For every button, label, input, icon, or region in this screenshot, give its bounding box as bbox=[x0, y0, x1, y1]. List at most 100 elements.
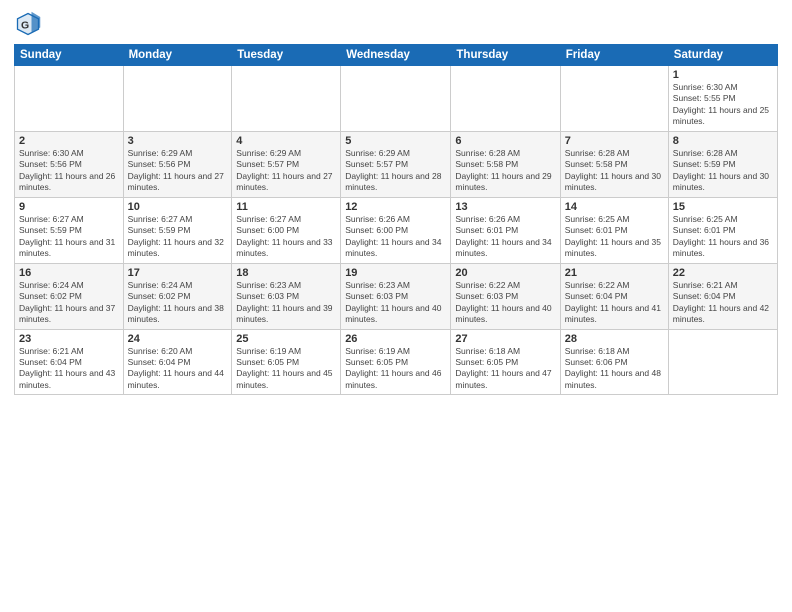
day-info: Sunrise: 6:27 AM Sunset: 5:59 PM Dayligh… bbox=[19, 214, 119, 260]
day-info: Sunrise: 6:19 AM Sunset: 6:05 PM Dayligh… bbox=[236, 346, 336, 392]
weekday-header-friday: Friday bbox=[560, 45, 668, 66]
weekday-header-row: SundayMondayTuesdayWednesdayThursdayFrid… bbox=[15, 45, 778, 66]
calendar-cell: 26Sunrise: 6:19 AM Sunset: 6:05 PM Dayli… bbox=[341, 329, 451, 395]
calendar-cell: 2Sunrise: 6:30 AM Sunset: 5:56 PM Daylig… bbox=[15, 131, 124, 197]
day-info: Sunrise: 6:29 AM Sunset: 5:57 PM Dayligh… bbox=[236, 148, 336, 194]
day-info: Sunrise: 6:23 AM Sunset: 6:03 PM Dayligh… bbox=[236, 280, 336, 326]
day-info: Sunrise: 6:25 AM Sunset: 6:01 PM Dayligh… bbox=[565, 214, 664, 260]
calendar-cell: 18Sunrise: 6:23 AM Sunset: 6:03 PM Dayli… bbox=[232, 263, 341, 329]
day-number: 9 bbox=[19, 201, 119, 213]
calendar-cell: 1Sunrise: 6:30 AM Sunset: 5:55 PM Daylig… bbox=[668, 66, 777, 132]
day-number: 11 bbox=[236, 201, 336, 213]
day-info: Sunrise: 6:19 AM Sunset: 6:05 PM Dayligh… bbox=[345, 346, 446, 392]
day-number: 3 bbox=[128, 135, 228, 147]
calendar-cell bbox=[451, 66, 560, 132]
calendar-cell: 28Sunrise: 6:18 AM Sunset: 6:06 PM Dayli… bbox=[560, 329, 668, 395]
day-number: 16 bbox=[19, 267, 119, 279]
header: G bbox=[14, 10, 778, 38]
day-number: 18 bbox=[236, 267, 336, 279]
calendar-cell: 19Sunrise: 6:23 AM Sunset: 6:03 PM Dayli… bbox=[341, 263, 451, 329]
day-info: Sunrise: 6:30 AM Sunset: 5:56 PM Dayligh… bbox=[19, 148, 119, 194]
weekday-header-tuesday: Tuesday bbox=[232, 45, 341, 66]
day-info: Sunrise: 6:22 AM Sunset: 6:03 PM Dayligh… bbox=[455, 280, 555, 326]
calendar-cell bbox=[341, 66, 451, 132]
day-number: 14 bbox=[565, 201, 664, 213]
day-number: 1 bbox=[673, 69, 773, 81]
calendar-cell: 23Sunrise: 6:21 AM Sunset: 6:04 PM Dayli… bbox=[15, 329, 124, 395]
day-number: 4 bbox=[236, 135, 336, 147]
calendar-cell: 9Sunrise: 6:27 AM Sunset: 5:59 PM Daylig… bbox=[15, 197, 124, 263]
calendar-cell: 7Sunrise: 6:28 AM Sunset: 5:58 PM Daylig… bbox=[560, 131, 668, 197]
day-number: 10 bbox=[128, 201, 228, 213]
day-info: Sunrise: 6:27 AM Sunset: 5:59 PM Dayligh… bbox=[128, 214, 228, 260]
calendar-cell bbox=[668, 329, 777, 395]
day-number: 7 bbox=[565, 135, 664, 147]
calendar-week-row: 16 Sunrise: 6:24 AM Sunset: 6:02 PM Dayli… bbox=[15, 263, 778, 329]
page: G SundayMondayTuesdayWednesdayThursdayFr… bbox=[0, 0, 792, 612]
calendar-week-row: 2Sunrise: 6:30 AM Sunset: 5:56 PM Daylig… bbox=[15, 131, 778, 197]
calendar-week-row: 23Sunrise: 6:21 AM Sunset: 6:04 PM Dayli… bbox=[15, 329, 778, 395]
day-number: 6 bbox=[455, 135, 555, 147]
day-info: Sunrise: 6:18 AM Sunset: 6:06 PM Dayligh… bbox=[565, 346, 664, 392]
day-info: Sunrise: 6:30 AM Sunset: 5:55 PM Dayligh… bbox=[673, 82, 773, 128]
calendar-week-row: 9Sunrise: 6:27 AM Sunset: 5:59 PM Daylig… bbox=[15, 197, 778, 263]
day-number: 8 bbox=[673, 135, 773, 147]
day-number: 26 bbox=[345, 333, 446, 345]
day-number: 15 bbox=[673, 201, 773, 213]
calendar-cell: 4Sunrise: 6:29 AM Sunset: 5:57 PM Daylig… bbox=[232, 131, 341, 197]
day-number: 27 bbox=[455, 333, 555, 345]
calendar-cell: 11Sunrise: 6:27 AM Sunset: 6:00 PM Dayli… bbox=[232, 197, 341, 263]
calendar-cell: 22Sunrise: 6:21 AM Sunset: 6:04 PM Dayli… bbox=[668, 263, 777, 329]
logo-icon: G bbox=[14, 10, 42, 38]
calendar-cell: 3Sunrise: 6:29 AM Sunset: 5:56 PM Daylig… bbox=[123, 131, 232, 197]
calendar-cell: 16Sunrise: 6:24 AM Sunset: 6:02 PM Dayli… bbox=[15, 263, 124, 329]
day-number: 25 bbox=[236, 333, 336, 345]
calendar-cell: 14Sunrise: 6:25 AM Sunset: 6:01 PM Dayli… bbox=[560, 197, 668, 263]
day-info: Sunrise: 6:27 AM Sunset: 6:00 PM Dayligh… bbox=[236, 214, 336, 260]
day-info: Sunrise: 6:29 AM Sunset: 5:57 PM Dayligh… bbox=[345, 148, 446, 194]
calendar-cell: 24Sunrise: 6:20 AM Sunset: 6:04 PM Dayli… bbox=[123, 329, 232, 395]
calendar-cell: 13Sunrise: 6:26 AM Sunset: 6:01 PM Dayli… bbox=[451, 197, 560, 263]
day-number: 21 bbox=[565, 267, 664, 279]
day-info: Sunrise: 6:28 AM Sunset: 5:59 PM Dayligh… bbox=[673, 148, 773, 194]
weekday-header-sunday: Sunday bbox=[15, 45, 124, 66]
weekday-header-thursday: Thursday bbox=[451, 45, 560, 66]
calendar-cell: 25Sunrise: 6:19 AM Sunset: 6:05 PM Dayli… bbox=[232, 329, 341, 395]
day-number: 20 bbox=[455, 267, 555, 279]
day-info: Sunrise: 6:29 AM Sunset: 5:56 PM Dayligh… bbox=[128, 148, 228, 194]
day-number: 24 bbox=[128, 333, 228, 345]
day-info: Sunrise: 6:28 AM Sunset: 5:58 PM Dayligh… bbox=[565, 148, 664, 194]
day-info: Sunrise: 6:26 AM Sunset: 6:00 PM Dayligh… bbox=[345, 214, 446, 260]
day-info: Sunrise: 6:24 AM Sunset: 6:02 PM Dayligh… bbox=[128, 280, 228, 326]
calendar-cell: 15Sunrise: 6:25 AM Sunset: 6:01 PM Dayli… bbox=[668, 197, 777, 263]
calendar-cell: 27Sunrise: 6:18 AM Sunset: 6:05 PM Dayli… bbox=[451, 329, 560, 395]
day-number: 22 bbox=[673, 267, 773, 279]
calendar-table: SundayMondayTuesdayWednesdayThursdayFrid… bbox=[14, 44, 778, 395]
calendar-cell bbox=[232, 66, 341, 132]
calendar-cell: 6Sunrise: 6:28 AM Sunset: 5:58 PM Daylig… bbox=[451, 131, 560, 197]
calendar-cell: 8Sunrise: 6:28 AM Sunset: 5:59 PM Daylig… bbox=[668, 131, 777, 197]
day-number: 13 bbox=[455, 201, 555, 213]
day-number: 12 bbox=[345, 201, 446, 213]
weekday-header-monday: Monday bbox=[123, 45, 232, 66]
calendar-cell: 10Sunrise: 6:27 AM Sunset: 5:59 PM Dayli… bbox=[123, 197, 232, 263]
day-number: 17 bbox=[128, 267, 228, 279]
day-info: Sunrise: 6:21 AM Sunset: 6:04 PM Dayligh… bbox=[673, 280, 773, 326]
day-info: Sunrise: 6:26 AM Sunset: 6:01 PM Dayligh… bbox=[455, 214, 555, 260]
day-number: 28 bbox=[565, 333, 664, 345]
weekday-header-wednesday: Wednesday bbox=[341, 45, 451, 66]
calendar-cell: 21Sunrise: 6:22 AM Sunset: 6:04 PM Dayli… bbox=[560, 263, 668, 329]
calendar-cell bbox=[560, 66, 668, 132]
calendar-cell: 17Sunrise: 6:24 AM Sunset: 6:02 PM Dayli… bbox=[123, 263, 232, 329]
calendar-cell bbox=[123, 66, 232, 132]
logo: G bbox=[14, 10, 46, 38]
day-info: Sunrise: 6:21 AM Sunset: 6:04 PM Dayligh… bbox=[19, 346, 119, 392]
day-info: Sunrise: 6:20 AM Sunset: 6:04 PM Dayligh… bbox=[128, 346, 228, 392]
day-number: 2 bbox=[19, 135, 119, 147]
calendar-week-row: 1Sunrise: 6:30 AM Sunset: 5:55 PM Daylig… bbox=[15, 66, 778, 132]
day-number: 19 bbox=[345, 267, 446, 279]
calendar-cell: 5Sunrise: 6:29 AM Sunset: 5:57 PM Daylig… bbox=[341, 131, 451, 197]
day-info: Sunrise: 6:23 AM Sunset: 6:03 PM Dayligh… bbox=[345, 280, 446, 326]
day-info: Sunrise: 6:18 AM Sunset: 6:05 PM Dayligh… bbox=[455, 346, 555, 392]
day-info: Sunrise: 6:25 AM Sunset: 6:01 PM Dayligh… bbox=[673, 214, 773, 260]
